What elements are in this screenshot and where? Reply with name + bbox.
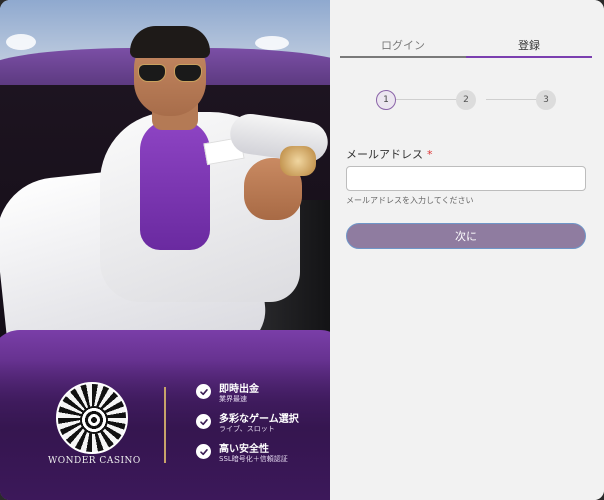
logo-emblem-icon bbox=[56, 382, 128, 454]
registration-modal: WONDER CASINO 即時出金 業界最速 多彩なゲーム選択 ライブ、スロッ… bbox=[0, 0, 604, 500]
cloud bbox=[6, 34, 36, 50]
gold-divider bbox=[164, 387, 166, 463]
step-1: 1 bbox=[376, 90, 396, 110]
email-field[interactable] bbox=[346, 166, 586, 191]
email-label: メールアドレス * bbox=[346, 146, 433, 162]
step-3: 3 bbox=[536, 90, 556, 110]
tab-login[interactable]: ログイン bbox=[340, 32, 466, 58]
logo-text: WONDER CASINO bbox=[48, 456, 141, 466]
feature-title: 即時出金 bbox=[219, 384, 259, 395]
casino-logo: WONDER CASINO bbox=[48, 380, 141, 470]
auth-tabs: ログイン 登録 bbox=[340, 32, 592, 58]
step-2: 2 bbox=[456, 90, 476, 110]
check-icon bbox=[196, 384, 211, 399]
feature-item: 即時出金 業界最速 bbox=[196, 380, 326, 410]
person-shirt bbox=[140, 120, 210, 250]
feature-item: 多彩なゲーム選択 ライブ、スロット bbox=[196, 410, 326, 440]
next-button[interactable]: 次に bbox=[346, 223, 586, 249]
feature-subtitle: SSL暗号化＋信頼認証 bbox=[219, 455, 288, 463]
step-indicator: 1 2 3 bbox=[376, 90, 556, 110]
feature-title: 高い安全性 bbox=[219, 444, 269, 455]
form-panel: ログイン 登録 1 2 3 メールアドレス * メールアドレスを入力してください … bbox=[330, 0, 604, 500]
feature-list: 即時出金 業界最速 多彩なゲーム選択 ライブ、スロット 高い安全性 SSL暗号化… bbox=[196, 380, 326, 470]
feature-subtitle: 業界最速 bbox=[219, 395, 247, 403]
feature-item: 高い安全性 SSL暗号化＋信頼認証 bbox=[196, 440, 326, 470]
required-mark: * bbox=[427, 148, 433, 161]
promo-panel: WONDER CASINO 即時出金 業界最速 多彩なゲーム選択 ライブ、スロッ… bbox=[0, 0, 330, 500]
watch-icon bbox=[280, 146, 316, 176]
feature-title: 多彩なゲーム選択 bbox=[219, 414, 299, 425]
check-icon bbox=[196, 444, 211, 459]
cloud bbox=[255, 36, 289, 50]
tab-register[interactable]: 登録 bbox=[466, 32, 592, 58]
feature-subtitle: ライブ、スロット bbox=[219, 425, 275, 433]
sunglasses bbox=[138, 64, 202, 84]
email-hint: メールアドレスを入力してください bbox=[346, 196, 474, 205]
email-label-text: メールアドレス bbox=[346, 148, 423, 161]
person-hair bbox=[130, 26, 210, 58]
check-icon bbox=[196, 414, 211, 429]
